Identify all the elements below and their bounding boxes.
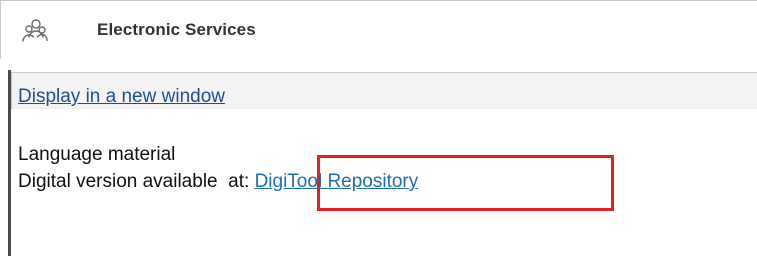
users-group-icon <box>22 19 48 42</box>
services-content: Display in a new window Language materia… <box>8 70 757 256</box>
availability-prefix-text: Digital version available at: <box>18 171 250 192</box>
display-in-new-window-link[interactable]: Display in a new window <box>18 86 225 108</box>
availability-line: Digital version available at: DigiTool R… <box>18 171 418 193</box>
link-bar: Display in a new window <box>11 72 757 109</box>
page-title: Electronic Services <box>97 20 256 39</box>
electronic-services-panel: Electronic Services Display in a new win… <box>0 0 757 256</box>
material-type-text: Language material <box>18 144 176 165</box>
panel-header: Electronic Services <box>0 0 757 59</box>
digitool-repository-link[interactable]: DigiTool Repository <box>255 171 419 192</box>
